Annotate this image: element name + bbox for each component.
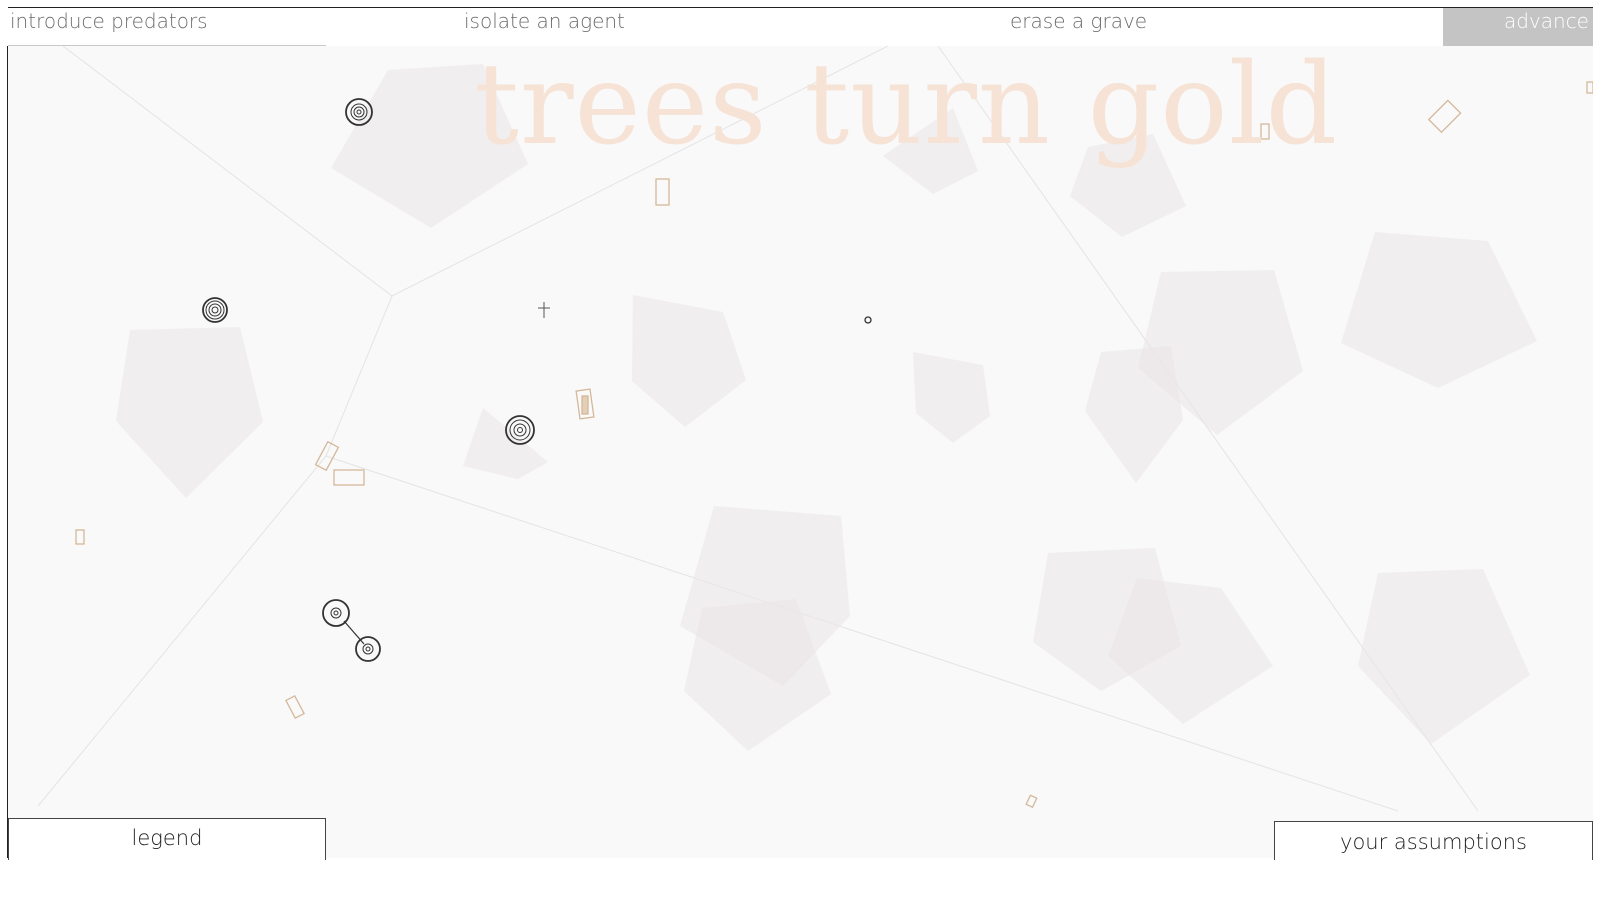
assumptions-tab[interactable]: your assumptions [1274,821,1593,860]
food-markers [75,81,1593,809]
pentagon-shape [1108,578,1273,724]
small-agent-icon[interactable] [864,316,872,324]
food-marker [1427,99,1462,134]
food-marker [581,395,589,415]
legend-tab[interactable]: legend [8,818,326,860]
agent-icon [505,415,535,445]
introduce-predators-button[interactable]: introduce predators [8,8,326,46]
food-marker [655,178,670,206]
simulation-world[interactable] [8,46,1593,858]
pentagon-shape [1085,346,1183,483]
pentagon-shape [331,64,528,228]
pentagon-shape [1341,232,1537,388]
agent-icon [202,297,228,323]
food-marker [1586,81,1593,94]
pentagon-shape [632,295,746,427]
territory-line [37,455,327,807]
agent-pair [322,599,381,662]
food-marker [75,529,85,545]
food-marker [1025,794,1038,809]
food-marker [1260,123,1270,140]
food-marker [333,469,365,486]
food-marker [285,694,305,720]
pentagon-shape [116,327,263,498]
pentagon-shape [883,108,978,194]
pentagon-shape [463,408,548,479]
erase-grave-button[interactable]: erase a grave [1010,8,1147,46]
world-canvas[interactable] [8,46,1593,858]
grave-cross-icon[interactable] [538,302,550,318]
pentagon-shape [1358,569,1530,744]
pentagons [116,64,1537,751]
isolate-agent-button[interactable]: isolate an agent [464,8,625,46]
pentagon-shape [913,352,990,443]
territory-line [325,295,393,457]
advance-button[interactable]: advance [1443,8,1593,46]
pentagon-shape [1070,134,1186,237]
